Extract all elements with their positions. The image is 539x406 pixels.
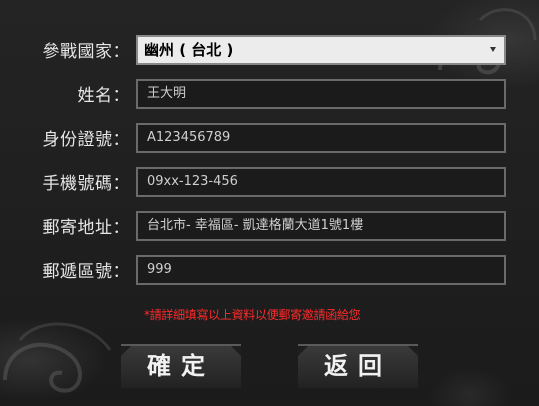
field-row-name: 姓名： 王大明 bbox=[0, 79, 539, 113]
name-label: 姓名： bbox=[77, 86, 130, 106]
postal-code-input[interactable]: 999 bbox=[136, 255, 506, 285]
field-row-id-number: 身份證號： A123456789 bbox=[0, 123, 539, 157]
chevron-down-icon bbox=[490, 47, 496, 52]
address-input[interactable]: 台北市- 幸福區- 凱達格蘭大道1號1樓 bbox=[136, 211, 506, 241]
id-number-input[interactable]: A123456789 bbox=[136, 123, 506, 153]
field-row-address: 郵寄地址： 台北市- 幸福區- 凱達格蘭大道1號1樓 bbox=[0, 211, 539, 245]
address-label: 郵寄地址： bbox=[42, 218, 130, 238]
phone-label: 手機號碼： bbox=[42, 174, 130, 194]
form-notice: *請詳細填寫以上資料以便郵寄邀請函給您 bbox=[144, 308, 361, 322]
id-number-label: 身份證號： bbox=[42, 130, 130, 150]
confirm-button[interactable]: 確定 bbox=[121, 344, 241, 388]
country-label: 參戰國家： bbox=[42, 42, 130, 62]
field-row-country: 參戰國家： 幽州 ( 台北 ) bbox=[0, 35, 539, 69]
name-input[interactable]: 王大明 bbox=[136, 79, 506, 109]
cloud-swirl-decoration-bottom-left bbox=[3, 322, 112, 393]
postal-code-label: 郵遞區號： bbox=[42, 262, 130, 282]
field-row-postal-code: 郵遞區號： 999 bbox=[0, 255, 539, 289]
field-row-phone: 手機號碼： 09xx-123-456 bbox=[0, 167, 539, 201]
back-button[interactable]: 返回 bbox=[298, 344, 418, 388]
country-select-value: 幽州 ( 台北 ) bbox=[144, 41, 234, 59]
country-select[interactable]: 幽州 ( 台北 ) bbox=[136, 35, 506, 65]
phone-input[interactable]: 09xx-123-456 bbox=[136, 167, 506, 197]
